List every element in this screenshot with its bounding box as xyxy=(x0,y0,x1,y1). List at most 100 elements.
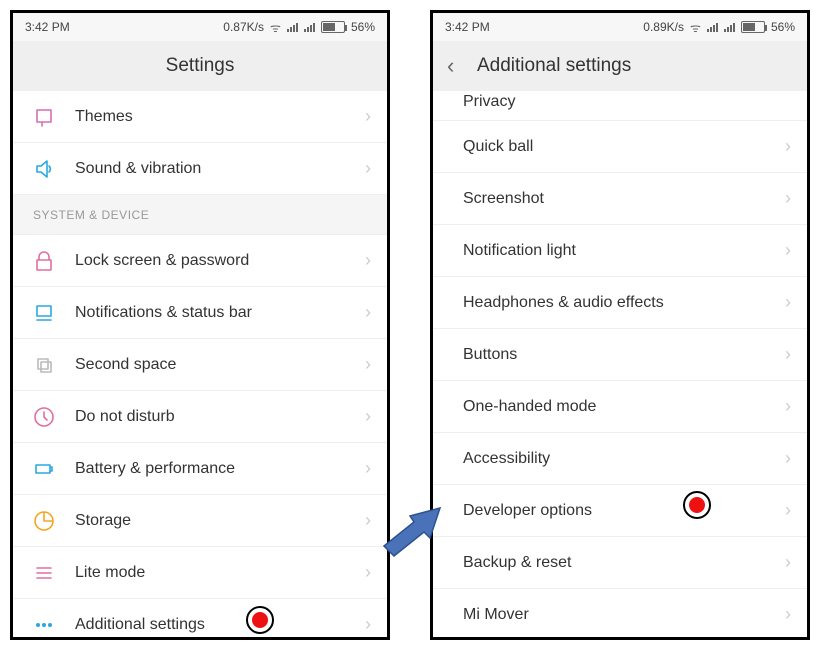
status-battery: 56% xyxy=(771,20,795,34)
settings-row-developer-options[interactable]: Developer options › xyxy=(433,485,807,537)
settings-row-lock-screen-password[interactable]: Lock screen & password › xyxy=(13,235,387,287)
settings-row-notifications-status-bar[interactable]: Notifications & status bar › xyxy=(13,287,387,339)
more-icon xyxy=(33,614,55,636)
row-label: Notification light xyxy=(463,242,785,260)
row-label: Buttons xyxy=(463,346,785,364)
row-label: Backup & reset xyxy=(463,554,785,572)
settings-row-accessibility[interactable]: Accessibility › xyxy=(433,433,807,485)
battery-icon xyxy=(33,458,55,480)
chevron-right-icon: › xyxy=(785,240,791,261)
settings-row-additional-settings[interactable]: Additional settings › xyxy=(13,599,387,640)
settings-row-battery-performance[interactable]: Battery & performance › xyxy=(13,443,387,495)
settings-row-headphones-audio-effects[interactable]: Headphones & audio effects › xyxy=(433,277,807,329)
row-label: Screenshot xyxy=(463,190,785,208)
settings-row-quick-ball[interactable]: Quick ball › xyxy=(433,121,807,173)
settings-row-mi-mover[interactable]: Mi Mover › xyxy=(433,589,807,640)
settings-row-backup-reset[interactable]: Backup & reset › xyxy=(433,537,807,589)
settings-row-buttons[interactable]: Buttons › xyxy=(433,329,807,381)
signal-icon xyxy=(287,23,298,32)
chevron-right-icon: › xyxy=(365,302,371,323)
settings-row-privacy[interactable]: Privacy › xyxy=(433,91,807,121)
status-speed: 0.87K/s xyxy=(223,20,264,34)
row-label: Developer options xyxy=(463,502,785,520)
settings-row-notification-light[interactable]: Notification light › xyxy=(433,225,807,277)
settings-row-do-not-disturb[interactable]: Do not disturb › xyxy=(13,391,387,443)
chevron-right-icon: › xyxy=(365,106,371,127)
title-bar: Settings xyxy=(13,41,387,91)
settings-row-one-handed-mode[interactable]: One-handed mode › xyxy=(433,381,807,433)
chevron-right-icon: › xyxy=(365,510,371,531)
status-time: 3:42 PM xyxy=(445,20,490,34)
settings-row-themes[interactable]: Themes › xyxy=(13,91,387,143)
signal-icon-2 xyxy=(724,23,735,32)
row-label: Lite mode xyxy=(75,564,365,582)
space-icon xyxy=(33,354,55,376)
row-label: Battery & performance xyxy=(75,460,365,478)
wifi-icon: ᯤ xyxy=(270,19,281,36)
annotation-marker-additional-settings xyxy=(246,606,274,634)
lite-icon xyxy=(33,562,55,584)
settings-screen: 3:42 PM 0.87K/s ᯤ 56% Settings Themes › … xyxy=(10,10,390,640)
chevron-right-icon: › xyxy=(785,552,791,573)
chevron-right-icon: › xyxy=(785,188,791,209)
title-bar: ‹ Additional settings xyxy=(433,41,807,91)
section-header-system: SYSTEM & DEVICE xyxy=(13,195,387,235)
row-label: Headphones & audio effects xyxy=(463,294,785,312)
chevron-right-icon: › xyxy=(785,136,791,157)
status-bar: 3:42 PM 0.89K/s ᯤ 56% xyxy=(433,13,807,41)
settings-row-storage[interactable]: Storage › xyxy=(13,495,387,547)
chevron-right-icon: › xyxy=(785,396,791,417)
row-label: One-handed mode xyxy=(463,398,785,416)
section-header-label: SYSTEM & DEVICE xyxy=(33,208,149,222)
row-label: Second space xyxy=(75,356,365,374)
page-title: Settings xyxy=(166,55,235,77)
status-bar: 3:42 PM 0.87K/s ᯤ 56% xyxy=(13,13,387,41)
notif-icon xyxy=(33,302,55,324)
row-label: Lock screen & password xyxy=(75,252,365,270)
chevron-right-icon: › xyxy=(785,448,791,469)
back-button[interactable]: ‹ xyxy=(447,53,454,79)
row-label: Mi Mover xyxy=(463,606,785,624)
status-battery: 56% xyxy=(351,20,375,34)
row-label: Themes xyxy=(75,108,365,126)
chevron-right-icon: › xyxy=(785,604,791,625)
chevron-right-icon: › xyxy=(365,158,371,179)
status-speed: 0.89K/s xyxy=(643,20,684,34)
chevron-right-icon: › xyxy=(365,250,371,271)
settings-row-screenshot[interactable]: Screenshot › xyxy=(433,173,807,225)
page-title: Additional settings xyxy=(477,55,631,77)
wifi-icon: ᯤ xyxy=(690,19,701,36)
row-label: Privacy xyxy=(463,93,791,111)
battery-icon xyxy=(741,21,765,33)
settings-row-lite-mode[interactable]: Lite mode › xyxy=(13,547,387,599)
chevron-right-icon: › xyxy=(365,562,371,583)
signal-icon xyxy=(707,23,718,32)
chevron-right-icon: › xyxy=(365,458,371,479)
settings-list-top: Themes › Sound & vibration › xyxy=(13,91,387,195)
row-label: Quick ball xyxy=(463,138,785,156)
dnd-icon xyxy=(33,406,55,428)
status-time: 3:42 PM xyxy=(25,20,70,34)
themes-icon xyxy=(33,106,55,128)
row-label: Sound & vibration xyxy=(75,160,365,178)
settings-row-second-space[interactable]: Second space › xyxy=(13,339,387,391)
chevron-right-icon: › xyxy=(365,406,371,427)
additional-settings-screen: 3:42 PM 0.89K/s ᯤ 56% ‹ Additional setti… xyxy=(430,10,810,640)
row-label: Accessibility xyxy=(463,450,785,468)
row-label: Additional settings xyxy=(75,616,365,634)
chevron-right-icon: › xyxy=(365,614,371,635)
chevron-right-icon: › xyxy=(785,500,791,521)
signal-icon-2 xyxy=(304,23,315,32)
chevron-right-icon: › xyxy=(785,344,791,365)
sound-icon xyxy=(33,158,55,180)
chevron-right-icon: › xyxy=(365,354,371,375)
chevron-right-icon: › xyxy=(785,292,791,313)
settings-list-system: Lock screen & password › Notifications &… xyxy=(13,235,387,640)
annotation-marker-developer-options xyxy=(683,491,711,519)
row-label: Notifications & status bar xyxy=(75,304,365,322)
lock-icon xyxy=(33,250,55,272)
additional-settings-list: Privacy › Quick ball › Screenshot › Noti… xyxy=(433,91,807,640)
battery-icon xyxy=(321,21,345,33)
row-label: Do not disturb xyxy=(75,408,365,426)
settings-row-sound-vibration[interactable]: Sound & vibration › xyxy=(13,143,387,195)
